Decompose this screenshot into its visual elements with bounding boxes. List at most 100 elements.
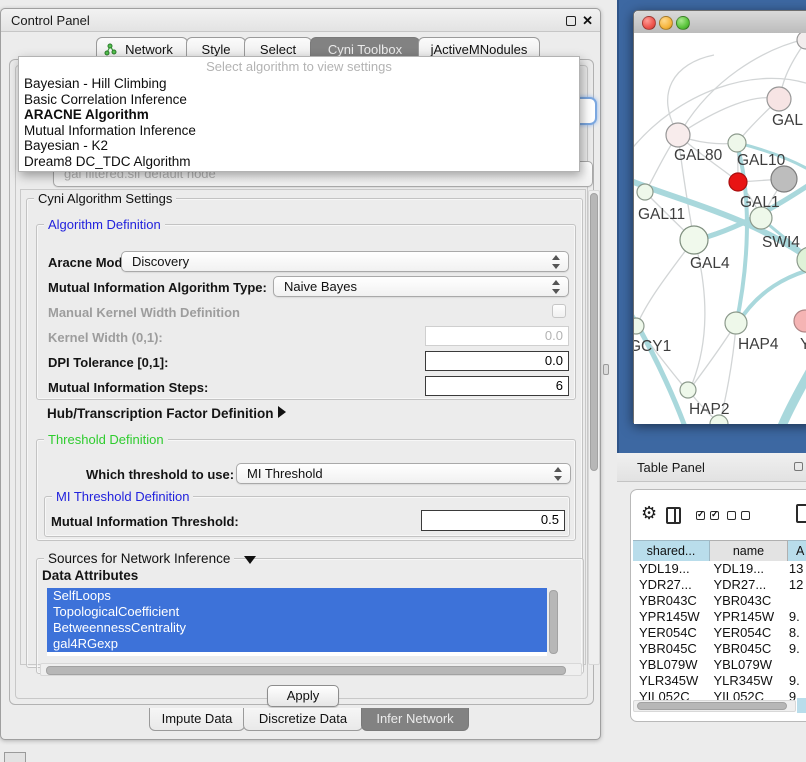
network-node[interactable] — [666, 123, 690, 147]
settings-gear-icon[interactable]: ⚙ — [641, 503, 657, 524]
algorithm-option[interactable]: Basic Correlation Inference — [19, 92, 579, 108]
minimized-widget-partial[interactable] — [4, 752, 26, 762]
close-icon[interactable]: ✕ — [582, 16, 593, 26]
network-window-titlebar[interactable] — [634, 11, 806, 34]
algorithm-option[interactable]: Dream8 DC_TDC Algorithm — [19, 154, 579, 170]
data-attribute-item[interactable]: SelfLoops — [47, 588, 547, 604]
table-row[interactable]: YIL052CYIL052C9. — [633, 689, 806, 700]
deselect-checkbox2-icon[interactable] — [741, 511, 750, 520]
table-cell: YPR145W — [633, 609, 707, 625]
network-node[interactable] — [797, 33, 806, 49]
tab-impute-data[interactable]: Impute Data — [149, 708, 245, 731]
tab-discretize-data[interactable]: Discretize Data — [243, 708, 363, 731]
tab-infer-network[interactable]: Infer Network — [361, 708, 469, 731]
table-row[interactable]: YER054CYER054C8. — [633, 625, 806, 641]
table-row[interactable]: YPR145WYPR145W9. — [633, 609, 806, 625]
table-cell: YIL052C — [707, 689, 782, 700]
network-node[interactable] — [680, 226, 708, 254]
table-cell: 8. — [783, 625, 806, 641]
settings-vertical-scrollbar[interactable] — [588, 190, 600, 665]
table-panel-title: Table Panel — [637, 460, 705, 475]
close-traffic-light-icon[interactable] — [642, 16, 656, 30]
mi-steps-field[interactable]: 6 — [425, 376, 569, 396]
table-cell: YER054C — [707, 625, 782, 641]
network-node[interactable] — [767, 87, 791, 111]
table-panel-float-icon[interactable] — [794, 462, 803, 471]
mi-type-combobox[interactable]: Naive Bayes — [273, 276, 569, 297]
deselect-checkbox-icon[interactable] — [727, 511, 736, 520]
control-panel-window: Control Panel ✕ Network Style Select — [0, 8, 601, 740]
data-attributes-list[interactable]: SelfLoopsTopologicalCoefficientBetweenne… — [47, 588, 547, 656]
attributes-vscroll-thumb[interactable] — [549, 590, 558, 654]
algorithm-option[interactable]: Bayesian - K2 — [19, 138, 579, 154]
network-node-label: GAL11 — [638, 206, 685, 223]
aracne-mode-value: Discovery — [132, 254, 189, 269]
table-horizontal-scrollbar[interactable] — [633, 700, 796, 712]
table-panel-titlebar: Table Panel — [617, 453, 806, 482]
network-node[interactable] — [794, 310, 806, 332]
threshold-group-title: Threshold Definition — [44, 433, 168, 447]
select-all-checkbox2-icon[interactable]: ✓ — [710, 511, 719, 520]
zoom-traffic-light-icon[interactable] — [676, 16, 690, 30]
table-row[interactable]: YDR27...YDR27...12 — [633, 577, 806, 593]
network-node[interactable] — [771, 166, 797, 192]
kernel-width-field[interactable]: 0.0 — [425, 326, 569, 346]
minimize-traffic-light-icon[interactable] — [659, 16, 673, 30]
splitter-handle[interactable] — [603, 364, 609, 375]
table-row[interactable]: YBR045CYBR045C9. — [633, 641, 806, 657]
table-cell: YDR27... — [707, 577, 782, 593]
algorithm-option[interactable]: Mutual Information Inference — [19, 123, 579, 139]
table-row[interactable]: YBR043CYBR043C — [633, 593, 806, 609]
float-window-icon[interactable] — [566, 16, 576, 26]
algorithm-option[interactable]: Bayesian - Hill Climbing — [19, 76, 579, 92]
network-node[interactable] — [634, 318, 644, 334]
table-hscroll-thumb[interactable] — [637, 702, 787, 710]
data-attribute-item[interactable]: gal4RGexp — [47, 636, 547, 652]
settings-horizontal-scrollbar[interactable] — [40, 663, 582, 676]
table-cell: YER054C — [633, 625, 707, 641]
dpi-tolerance-field[interactable]: 0.0 — [425, 351, 569, 371]
network-node[interactable] — [729, 173, 747, 191]
mi-threshold-field[interactable]: 0.5 — [421, 510, 565, 531]
algorithm-option[interactable]: ARACNE Algorithm — [19, 107, 579, 123]
control-panel-titlebar[interactable]: Control Panel ✕ — [1, 9, 600, 32]
settings-hscroll-thumb[interactable] — [46, 666, 566, 675]
data-attribute-item[interactable]: TopologicalCoefficient — [47, 604, 547, 620]
settings-vscroll-thumb[interactable] — [590, 193, 598, 471]
network-canvas[interactable]: GALGAL80GAL10GAL1GAL11SWI4GAL4GCY1HAP4YH… — [634, 33, 806, 424]
table-cell: YIL052C — [633, 689, 707, 700]
network-node[interactable] — [680, 382, 696, 398]
table-cell: YBR045C — [707, 641, 782, 657]
network-node[interactable] — [637, 184, 653, 200]
table-row[interactable]: YLR345WYLR345W9. — [633, 673, 806, 689]
control-panel-title: Control Panel — [11, 13, 90, 28]
aracne-mode-combobox[interactable]: Discovery — [121, 251, 569, 272]
column-header-next[interactable]: A — [788, 540, 806, 562]
data-attribute-item[interactable]: BetweennessCentrality — [47, 620, 547, 636]
table-row[interactable]: YBL079WYBL079W — [633, 657, 806, 673]
combo-arrows-icon — [552, 255, 561, 269]
mi-threshold-label: Mutual Information Threshold: — [51, 514, 239, 529]
table-row[interactable]: YDL19...YDL19...13 — [633, 561, 806, 577]
network-edge — [668, 55, 714, 134]
which-threshold-label: Which threshold to use: — [86, 467, 234, 482]
tab-cyni-toolbox-label: Cyni Toolbox — [328, 42, 402, 57]
select-all-checkbox-icon[interactable]: ✓ — [696, 511, 705, 520]
column-header-shared-name[interactable]: shared... — [633, 540, 710, 562]
sources-collapse-arrow-icon[interactable] — [244, 556, 256, 564]
document-icon[interactable] — [796, 504, 806, 523]
network-node[interactable] — [728, 134, 746, 152]
column-layout-icon[interactable] — [666, 507, 681, 524]
network-node[interactable] — [725, 312, 747, 334]
hub-expand-arrow-icon[interactable] — [278, 406, 286, 418]
which-threshold-combobox[interactable]: MI Threshold — [236, 463, 571, 484]
manual-kernel-label: Manual Kernel Width Definition — [48, 305, 240, 320]
manual-kernel-checkbox[interactable] — [552, 304, 566, 318]
network-node-label: GAL4 — [690, 255, 730, 272]
apply-button[interactable]: Apply — [267, 685, 339, 707]
column-header-name[interactable]: name — [710, 540, 788, 562]
combo-arrows-icon — [552, 280, 561, 294]
algorithm-dropdown-list: Bayesian - Hill ClimbingBasic Correlatio… — [19, 76, 579, 169]
algorithm-definition-title: Algorithm Definition — [44, 218, 165, 232]
table-cell: YBR043C — [633, 593, 707, 609]
